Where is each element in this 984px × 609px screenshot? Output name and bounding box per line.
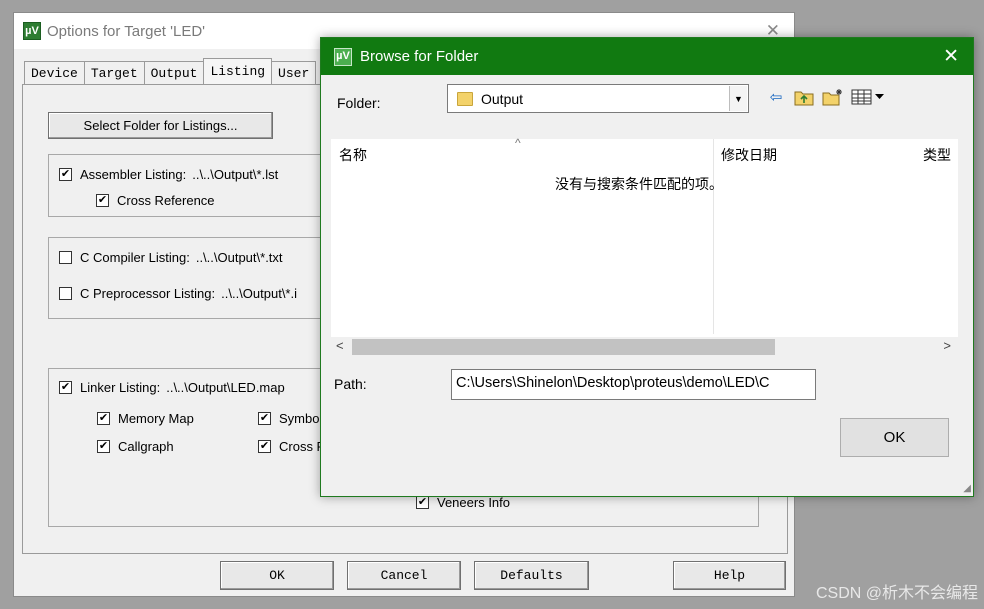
column-header-name[interactable]: 名称 [339, 145, 367, 165]
tab-listing[interactable]: Listing [203, 58, 273, 84]
app-icon: µV [334, 47, 352, 66]
callgraph-label: Callgraph [118, 439, 174, 454]
path-label: Path: [334, 376, 367, 392]
checkmark-icon: ✔ [258, 440, 271, 453]
browse-for-folder-dialog: µV Browse for Folder ✕ Folder: Output ▼ … [320, 37, 974, 497]
c-preprocessor-listing-path: ..\..\Output\*.i [221, 286, 297, 301]
checkmark-icon: ✔ [59, 168, 72, 181]
assembler-listing-label: Assembler Listing: [80, 167, 187, 182]
folder-list-view[interactable]: ^ 名称 修改日期 类型 没有与搜索条件匹配的项。 < > [331, 136, 958, 357]
cross-reference-linker-checkbox[interactable]: ✔ Cross F [258, 439, 325, 454]
empty-checkbox-icon [59, 287, 72, 300]
c-compiler-listing-path: ..\..\Output\*.txt [195, 250, 283, 265]
symbols-label: Symbol [279, 411, 323, 426]
assembler-listing-checkbox[interactable]: ✔ Assembler Listing: ..\..\Output\*.lst [59, 167, 278, 182]
select-folder-for-listings-button[interactable]: Select Folder for Listings... [48, 112, 273, 139]
column-header-date-modified[interactable]: 修改日期 [721, 145, 777, 165]
linker-listing-checkbox[interactable]: ✔ Linker Listing: ..\..\Output\LED.map [59, 380, 285, 395]
options-window-title: Options for Target 'LED' [47, 22, 206, 40]
cancel-button[interactable]: Cancel [347, 561, 461, 590]
column-header-type[interactable]: 类型 [923, 145, 951, 165]
checkmark-icon: ✔ [258, 412, 271, 425]
help-button[interactable]: Help [673, 561, 786, 590]
up-folder-icon[interactable] [793, 87, 815, 107]
watermark: CSDN @析木不会编程 [815, 585, 978, 602]
back-icon[interactable]: ⇦ [766, 87, 786, 107]
folder-icon [457, 91, 473, 106]
tab-device[interactable]: Device [24, 61, 85, 84]
sort-ascending-icon: ^ [515, 136, 521, 150]
scrollbar-thumb[interactable] [352, 339, 775, 355]
checkmark-icon: ✔ [59, 381, 72, 394]
tab-target[interactable]: Target [83, 61, 145, 84]
folder-value: Output [481, 90, 524, 107]
scroll-right-icon[interactable]: > [943, 338, 951, 353]
empty-list-message: 没有与搜索条件匹配的项。 [555, 176, 723, 192]
scroll-left-icon[interactable]: < [336, 338, 344, 353]
c-compiler-listing-checkbox[interactable]: C Compiler Listing: ..\..\Output\*.txt [59, 250, 283, 265]
view-menu-icon[interactable] [850, 87, 888, 107]
horizontal-scrollbar[interactable]: < > [331, 337, 958, 357]
assembler-listing-path: ..\..\Output\*.lst [192, 167, 279, 182]
cross-reference-checkbox[interactable]: ✔ Cross Reference [96, 193, 215, 208]
cross-reference-label: Cross Reference [117, 193, 215, 208]
resize-grip-icon[interactable]: ◢ [963, 483, 971, 494]
veneers-info-checkbox[interactable]: ✔ Veneers Info [416, 495, 510, 510]
memory-map-checkbox[interactable]: ✔ Memory Map [97, 411, 194, 426]
options-tabs: Device Target Output Listing User [24, 58, 317, 84]
column-divider[interactable] [713, 139, 714, 334]
memory-map-label: Memory Map [118, 411, 194, 426]
ok-button[interactable]: OK [220, 561, 334, 590]
c-compiler-listing-label: C Compiler Listing: [80, 250, 190, 265]
folder-label: Folder: [337, 95, 381, 111]
browse-ok-button[interactable]: OK [840, 418, 949, 457]
new-folder-icon[interactable] [821, 87, 845, 107]
callgraph-checkbox[interactable]: ✔ Callgraph [97, 439, 174, 454]
browse-dialog-title: Browse for Folder [360, 48, 479, 65]
tab-user[interactable]: User [271, 61, 317, 84]
checkmark-icon: ✔ [97, 412, 110, 425]
veneers-info-label: Veneers Info [437, 495, 510, 510]
checkmark-icon: ✔ [96, 194, 109, 207]
c-preprocessor-listing-checkbox[interactable]: C Preprocessor Listing: ..\..\Output\*.i [59, 286, 297, 301]
linker-listing-label: Linker Listing: [80, 380, 161, 395]
app-icon: µV [23, 22, 41, 40]
linker-listing-path: ..\..\Output\LED.map [166, 380, 285, 395]
folder-combobox[interactable]: Output ▼ [447, 84, 749, 113]
checkmark-icon: ✔ [416, 496, 429, 509]
chevron-down-icon[interactable]: ▼ [729, 86, 747, 111]
path-input[interactable]: C:\Users\Shinelon\Desktop\proteus\demo\L… [451, 369, 816, 400]
empty-checkbox-icon [59, 251, 72, 264]
checkmark-icon: ✔ [97, 440, 110, 453]
defaults-button[interactable]: Defaults [474, 561, 589, 590]
tab-output[interactable]: Output [143, 61, 205, 84]
browse-close-icon[interactable]: ✕ [943, 45, 959, 68]
symbols-checkbox[interactable]: ✔ Symbol [258, 411, 322, 426]
cross-reference-linker-label: Cross F [279, 439, 325, 454]
browse-title-bar[interactable]: µV Browse for Folder [321, 38, 973, 75]
c-preprocessor-listing-label: C Preprocessor Listing: [80, 286, 216, 301]
